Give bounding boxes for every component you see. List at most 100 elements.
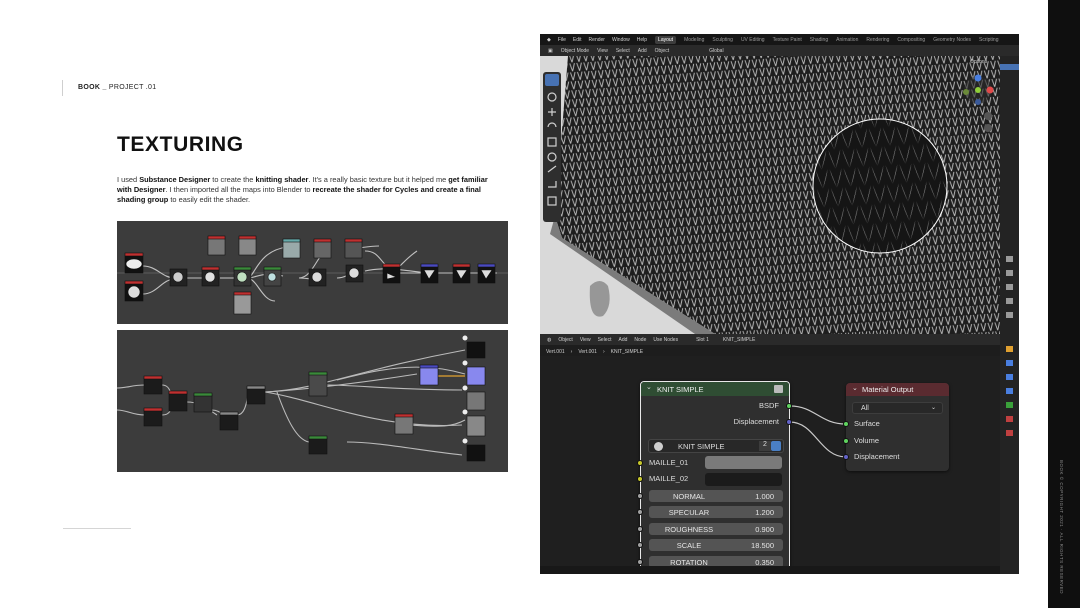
node-menu-node[interactable]: Node bbox=[634, 337, 646, 343]
properties-tab-icons bbox=[1000, 64, 1019, 436]
collapse-chevron-icon[interactable]: ⌄ bbox=[646, 383, 652, 391]
node-breadcrumb: Vert.001 › Vert.001 › KNIT_SIMPLE bbox=[540, 347, 840, 356]
input-maille02-socket[interactable] bbox=[637, 476, 643, 482]
breadcrumb-mesh: Vert.001 bbox=[578, 348, 597, 355]
menu-render[interactable]: Render bbox=[589, 37, 605, 43]
breadcrumb-material: KNIT_SIMPLE bbox=[610, 348, 644, 355]
maille01-color-swatch[interactable] bbox=[705, 456, 782, 469]
viewport-menu-add[interactable]: Add bbox=[638, 48, 647, 54]
tab-layout[interactable]: Layout bbox=[655, 35, 677, 44]
book-label: BOOK _ PROJECT .01 bbox=[78, 84, 157, 91]
menu-edit[interactable]: Edit bbox=[573, 37, 582, 43]
breadcrumb-separator-icon: › bbox=[570, 348, 573, 355]
node-menu-add[interactable]: Add bbox=[618, 337, 627, 343]
substance-graph-nodes-2 bbox=[117, 335, 486, 462]
viewport-tool-shelf[interactable] bbox=[543, 72, 561, 222]
tab-texture-paint[interactable]: Texture Paint bbox=[773, 37, 802, 43]
input-maille02-label: MAILLE_02 bbox=[649, 474, 689, 483]
description-paragraph: I used Substance Designer to create the … bbox=[117, 175, 488, 204]
menu-window[interactable]: Window bbox=[612, 37, 630, 43]
output-displacement-socket[interactable] bbox=[786, 419, 792, 425]
menu-file[interactable]: File bbox=[558, 37, 566, 43]
node-editor-header: ◍ Object View Select Add Node Use Nodes … bbox=[540, 334, 1000, 345]
roughness-field[interactable]: ROUGHNESS 0.900 bbox=[649, 523, 783, 535]
tab-geometry-nodes[interactable]: Geometry Nodes bbox=[933, 37, 971, 43]
breadcrumb-separator-icon: › bbox=[602, 348, 605, 355]
transform-orientation-select[interactable]: Global bbox=[709, 48, 723, 54]
node-group-selector[interactable]: KNIT SIMPLE 2 bbox=[648, 439, 784, 453]
maille02-color-swatch[interactable] bbox=[705, 473, 782, 486]
3d-viewport[interactable] bbox=[540, 56, 1000, 334]
input-displacement-socket[interactable] bbox=[843, 454, 849, 460]
node-canvas[interactable]: ⌄ KNIT SIMPLE BSDF Displacement KNIT SIM… bbox=[540, 356, 1000, 573]
tab-scripting[interactable]: Scripting bbox=[979, 37, 998, 43]
book-tick bbox=[62, 80, 63, 96]
tab-rendering[interactable]: Rendering bbox=[866, 37, 889, 43]
material-name-field[interactable]: KNIT_SIMPLE bbox=[723, 337, 756, 343]
group-node-header[interactable]: ⌄ KNIT SIMPLE bbox=[641, 382, 789, 396]
input-maille01-label: MAILLE_01 bbox=[649, 458, 689, 467]
node-tree-icon bbox=[654, 442, 663, 451]
input-maille01-socket[interactable] bbox=[637, 460, 643, 466]
tab-uv-editing[interactable]: UV Editing bbox=[741, 37, 765, 43]
substance-graph-nodes bbox=[117, 235, 508, 315]
use-nodes-checkbox[interactable]: Use Nodes bbox=[653, 337, 678, 343]
tab-sculpting[interactable]: Sculpting bbox=[712, 37, 733, 43]
shader-type-select[interactable]: Object bbox=[558, 337, 572, 343]
input-surface-label: Surface bbox=[854, 419, 880, 428]
output-bsdf-socket[interactable] bbox=[786, 403, 792, 409]
tab-animation[interactable]: Animation bbox=[836, 37, 858, 43]
navigation-gizmo[interactable] bbox=[958, 70, 998, 140]
tab-compositing[interactable]: Compositing bbox=[897, 37, 925, 43]
input-volume-label: Volume bbox=[854, 436, 880, 445]
slot-select[interactable]: Slot 1 bbox=[696, 337, 709, 343]
page-edge-strip bbox=[1048, 0, 1080, 608]
node-editor-type-icon[interactable]: ◍ bbox=[547, 337, 551, 343]
properties-tab-bar[interactable] bbox=[1000, 56, 1019, 574]
knit-texture-render bbox=[540, 56, 1000, 334]
input-scale-socket[interactable] bbox=[637, 542, 643, 548]
tab-shading[interactable]: Shading bbox=[810, 37, 828, 43]
node-menu-view[interactable]: View bbox=[580, 337, 591, 343]
node-menu-select[interactable]: Select bbox=[598, 337, 612, 343]
input-volume-socket[interactable] bbox=[843, 438, 849, 444]
footer-divider bbox=[63, 528, 131, 529]
fake-user-shield-icon[interactable] bbox=[771, 441, 781, 451]
node-group-users[interactable]: 2 bbox=[759, 441, 771, 451]
viewport-menu-view[interactable]: View bbox=[597, 48, 608, 54]
node-group-icon bbox=[774, 385, 783, 393]
menu-help[interactable]: Help bbox=[637, 37, 647, 43]
object-mode-select[interactable]: Object Mode bbox=[561, 48, 589, 54]
tool-icons bbox=[545, 74, 559, 206]
output-displacement-label: Displacement bbox=[733, 417, 779, 426]
output-node-header[interactable]: ⌄ Material Output bbox=[846, 383, 949, 396]
output-target-select[interactable]: All ⌄ bbox=[852, 402, 943, 414]
group-node-title: KNIT SIMPLE bbox=[657, 384, 704, 394]
blender-window: ◆ File Edit Render Window Help Layout Mo… bbox=[540, 34, 1019, 574]
material-output-node[interactable]: ⌄ Material Output All ⌄ Surface Volume D… bbox=[843, 383, 949, 471]
tab-modeling[interactable]: Modeling bbox=[684, 37, 704, 43]
output-node-title: Material Output bbox=[862, 385, 914, 394]
input-displacement-label: Displacement bbox=[854, 452, 900, 461]
input-surface-socket[interactable] bbox=[843, 421, 849, 427]
options-dropdown[interactable]: Options bbox=[970, 59, 987, 65]
viewport-menu-select[interactable]: Select bbox=[616, 48, 630, 54]
input-roughness-socket[interactable] bbox=[637, 526, 643, 532]
viewport-menu-object[interactable]: Object bbox=[655, 48, 669, 54]
viewport-header: ▣ Object Mode View Select Add Object Glo… bbox=[540, 45, 1019, 56]
input-normal-socket[interactable] bbox=[637, 493, 643, 499]
input-specular-socket[interactable] bbox=[637, 509, 643, 515]
specular-field[interactable]: SPECULAR 1.200 bbox=[649, 506, 783, 518]
node-group-name[interactable]: KNIT SIMPLE bbox=[678, 442, 725, 451]
vertical-copyright-text: BOOK © COPYRIGHT 2021 · ALL RIGHTS RESER… bbox=[1059, 460, 1064, 595]
blender-logo-icon[interactable]: ◆ bbox=[547, 37, 551, 43]
output-bsdf-label: BSDF bbox=[758, 401, 779, 410]
collapse-chevron-icon[interactable]: ⌄ bbox=[852, 384, 858, 392]
breadcrumb-object: Vert.001 bbox=[546, 348, 565, 355]
normal-field[interactable]: NORMAL 1.000 bbox=[649, 490, 783, 502]
input-rotation-socket[interactable] bbox=[637, 559, 643, 565]
scale-field[interactable]: SCALE 18.500 bbox=[649, 539, 783, 551]
knit-simple-group-node[interactable]: ⌄ KNIT SIMPLE BSDF Displacement KNIT SIM… bbox=[637, 381, 792, 573]
blender-menubar: ◆ File Edit Render Window Help Layout Mo… bbox=[540, 34, 1019, 45]
editor-type-icon[interactable]: ▣ bbox=[548, 48, 553, 54]
